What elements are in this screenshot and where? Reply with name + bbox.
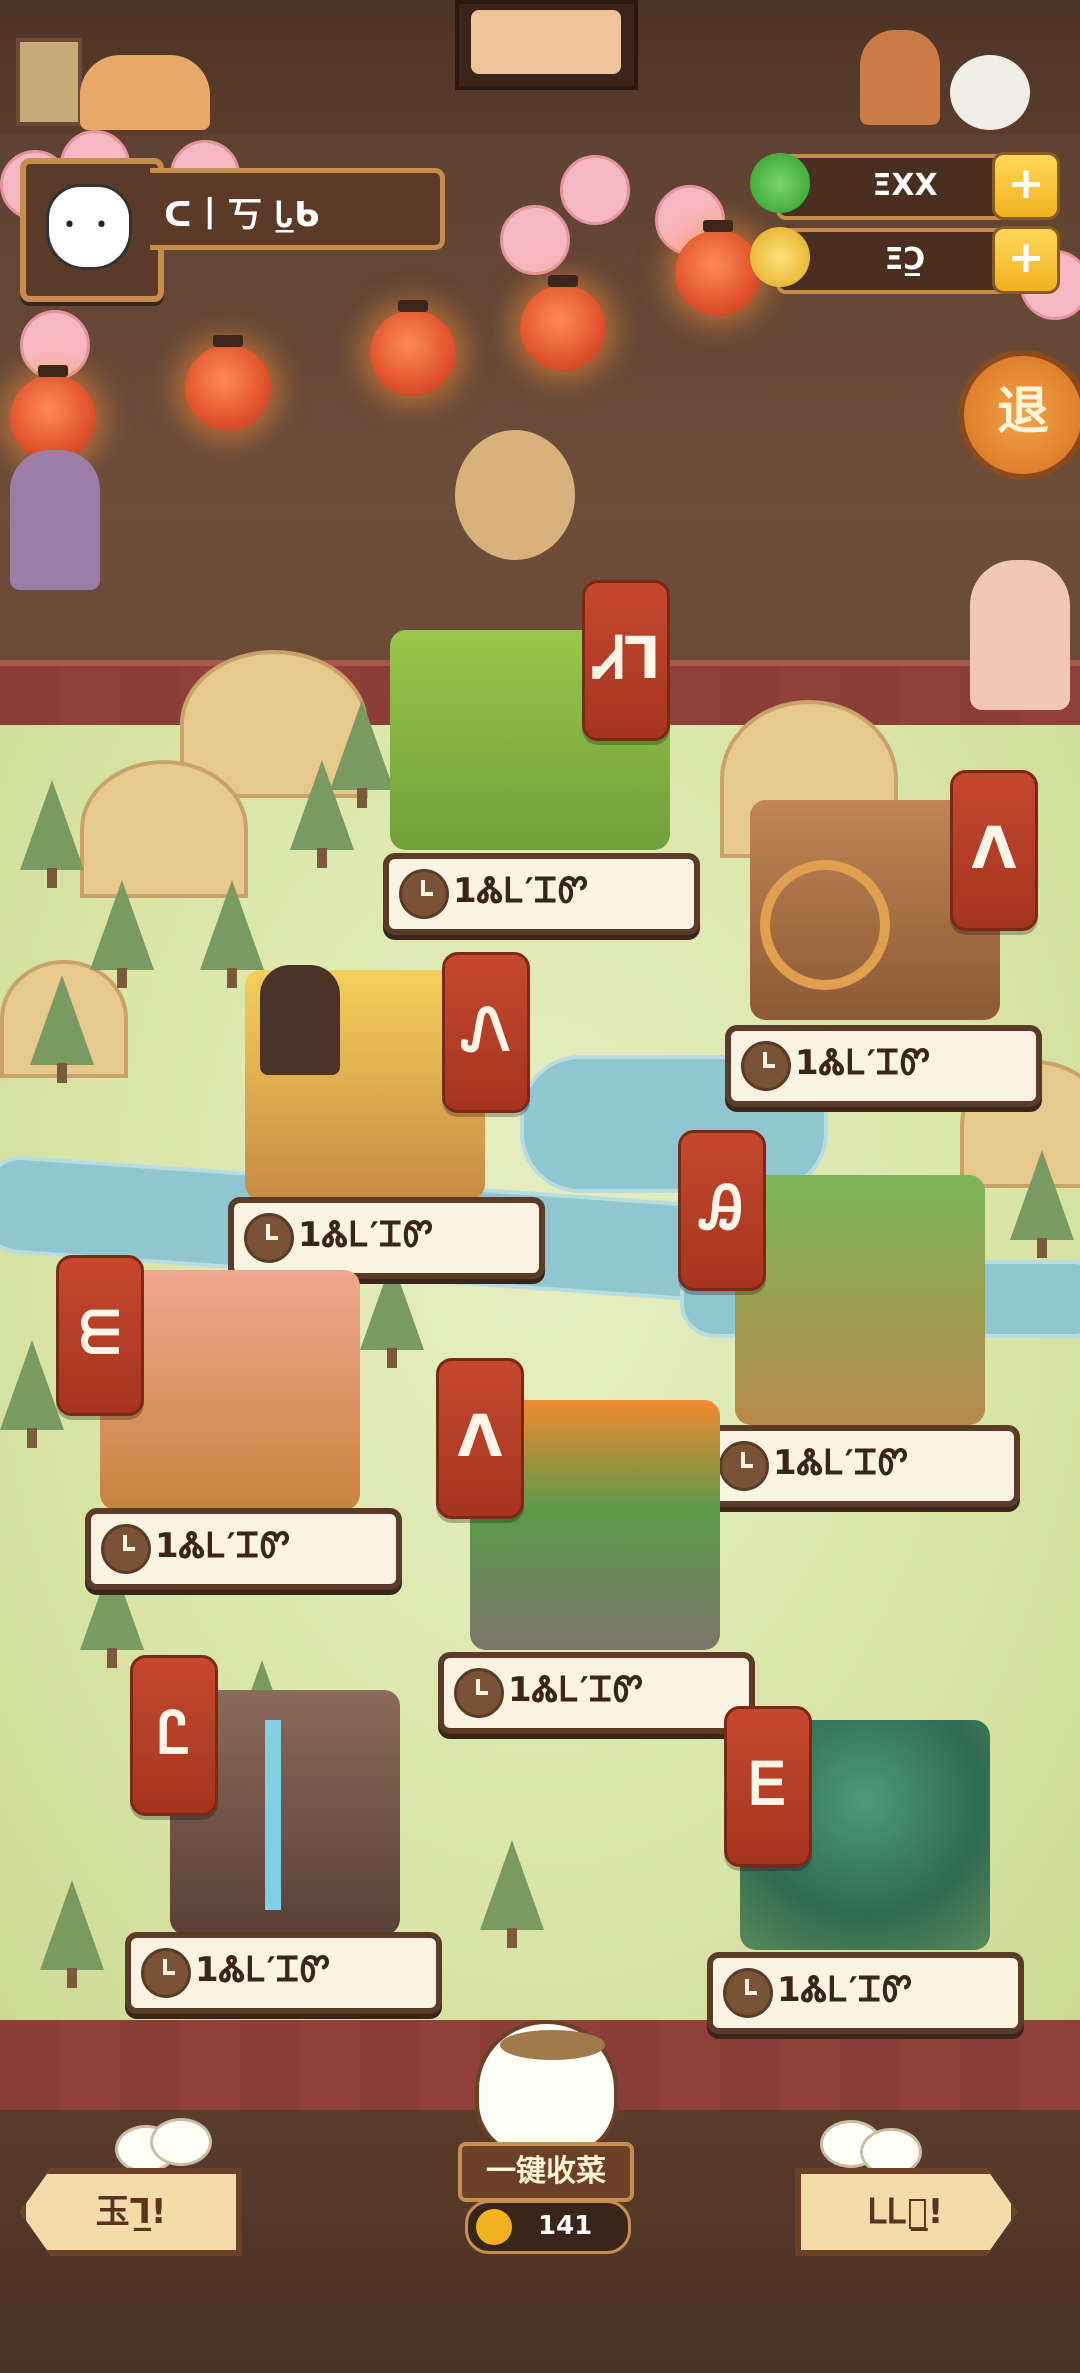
timer-text: 1ᏜᏞ′ᏆᏛ bbox=[155, 1526, 292, 1566]
plot-banner: Ꮭ bbox=[130, 1655, 218, 1816]
clock-icon bbox=[723, 1968, 773, 2018]
plot-banner: ᐱ bbox=[950, 770, 1038, 931]
villager-character bbox=[455, 430, 575, 560]
scroll-icon[interactable] bbox=[16, 38, 82, 126]
add-jade-button[interactable]: + bbox=[992, 152, 1060, 220]
add-coin-button[interactable]: + bbox=[992, 226, 1060, 294]
plot-timer: 1ᏜᏞ′ᏆᏛ bbox=[383, 853, 700, 935]
clock-icon bbox=[741, 1041, 791, 1091]
lantern bbox=[10, 365, 96, 461]
plot-timer: 1ᏜᏞ′ᏆᏛ bbox=[725, 1025, 1042, 1107]
plot-banner: ᗴ bbox=[56, 1255, 144, 1416]
timer-text: 1ᏜᏞ′ᏆᏛ bbox=[453, 871, 590, 911]
timer-text: 1ᏜᏞ′ᏆᏛ bbox=[773, 1443, 910, 1483]
left-nav-button[interactable]: 玉ᒣ̲! bbox=[20, 2168, 242, 2256]
plot-timer: 1ᏜᏞ′ᏆᏛ bbox=[125, 1932, 442, 2014]
coin-value: ΞƆ̲ bbox=[884, 242, 926, 277]
player-name-plate: ᑕ丨丂 Ꮣ̲ᑲ bbox=[150, 168, 445, 250]
timer-text: 1ᏜᏞ′ᏆᏛ bbox=[777, 1970, 914, 2010]
plot-banner: Ꮑ bbox=[442, 952, 530, 1113]
lantern bbox=[675, 220, 761, 316]
clock-icon bbox=[101, 1524, 151, 1574]
exit-button[interactable]: 退 bbox=[958, 350, 1080, 480]
plot-timer: 1ᏜᏞ′ᏆᏛ bbox=[703, 1425, 1020, 1507]
clock-icon bbox=[141, 1948, 191, 1998]
lantern bbox=[185, 335, 271, 431]
clock-icon bbox=[244, 1213, 294, 1263]
cherry-blossom bbox=[560, 155, 630, 225]
timer-text: 1ᏜᏞ′ᏆᏛ bbox=[795, 1043, 932, 1083]
timer-text: 1ᏜᏞ′ᏆᏛ bbox=[508, 1670, 645, 1710]
plot-timer: 1ᏜᏞ′ᏆᏛ bbox=[85, 1508, 402, 1590]
plot-timer: 1ᏜᏞ′ᏆᏛ bbox=[707, 1952, 1024, 2034]
harvest-count-bar: 141 bbox=[465, 2200, 631, 2254]
cat-character bbox=[80, 55, 210, 130]
clock-icon bbox=[454, 1668, 504, 1718]
timer-text: 1ᏜᏞ′ᏆᏛ bbox=[298, 1215, 435, 1255]
gold-coin-icon bbox=[750, 227, 810, 287]
duck-decoration bbox=[150, 2118, 212, 2166]
lantern bbox=[370, 300, 456, 396]
plot-banner: Ꮧꓶ bbox=[582, 580, 670, 741]
top-portrait[interactable] bbox=[455, 0, 638, 90]
lantern bbox=[520, 275, 606, 371]
jade-currency-bar: ΞXX + bbox=[750, 152, 1060, 220]
plot-timer: 1ᏜᏞ′ᏆᏛ bbox=[438, 1652, 755, 1734]
player-name: ᑕ丨丂 Ꮣ̲ᑲ bbox=[164, 195, 321, 235]
player-avatar[interactable] bbox=[20, 158, 164, 302]
plot-timer: 1ᏜᏞ′ᏆᏛ bbox=[228, 1197, 545, 1279]
harvest-icon bbox=[476, 2209, 512, 2245]
coin-currency-bar: ΞƆ̲ + bbox=[750, 226, 1060, 294]
cherry-blossom bbox=[500, 205, 570, 275]
clock-icon bbox=[399, 869, 449, 919]
plot-banner: ᐱ bbox=[436, 1358, 524, 1519]
clock-icon bbox=[719, 1441, 769, 1491]
cat-character bbox=[950, 55, 1030, 130]
timer-text: 1ᏜᏞ′ᏆᏛ bbox=[195, 1950, 332, 1990]
villager-character bbox=[860, 30, 940, 125]
harvest-count: 141 bbox=[538, 2211, 593, 2241]
villager-character bbox=[10, 450, 100, 590]
jade-value: ΞXX bbox=[872, 168, 938, 203]
plot-banner: Ꭼ bbox=[724, 1706, 812, 1867]
villager-character[interactable] bbox=[970, 560, 1070, 710]
plot-banner: Ꭿ bbox=[678, 1130, 766, 1291]
right-nav-button[interactable]: ᏞᏞ料̲! bbox=[795, 2168, 1017, 2256]
harvest-all-button[interactable]: 一键收菜 bbox=[458, 2142, 634, 2202]
straw-hat bbox=[500, 2030, 605, 2060]
jade-coin-icon bbox=[750, 153, 810, 213]
